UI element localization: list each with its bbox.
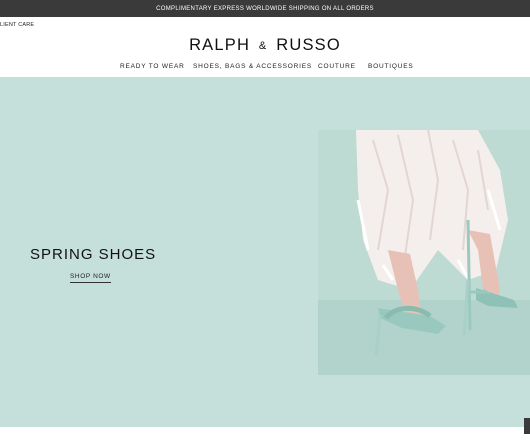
promo-banner: COMPLIMENTARY EXPRESS WORLDWIDE SHIPPING… [0, 0, 530, 17]
hero-banner: SPRING SHOES SHOP NOW [0, 77, 530, 427]
client-care-link[interactable]: LIENT CARE [0, 22, 34, 28]
nav-item-couture[interactable]: COUTURE [318, 63, 356, 70]
promo-text: COMPLIMENTARY EXPRESS WORLDWIDE SHIPPING… [156, 5, 374, 12]
nav-item-shoes-bags-accessories[interactable]: SHOES, BAGS & ACCESSORIES [193, 63, 312, 70]
chat-tab[interactable] [524, 418, 530, 434]
logo-word-right: RUSSO [276, 36, 341, 54]
hero-title: SPRING SHOES [30, 246, 157, 263]
hero-shoe-image[interactable] [318, 130, 530, 375]
brand-logo[interactable]: RALPH & RUSSO [0, 36, 530, 55]
shop-now-link[interactable]: SHOP NOW [70, 273, 111, 283]
page-bottom-area [0, 427, 530, 442]
nav-item-ready-to-wear[interactable]: READY TO WEAR [120, 63, 185, 70]
logo-word-left: RALPH [189, 36, 251, 54]
shoe-illustration [318, 130, 530, 375]
logo-ampersand: & [258, 40, 268, 52]
nav-item-boutiques[interactable]: BOUTIQUES [368, 63, 413, 70]
